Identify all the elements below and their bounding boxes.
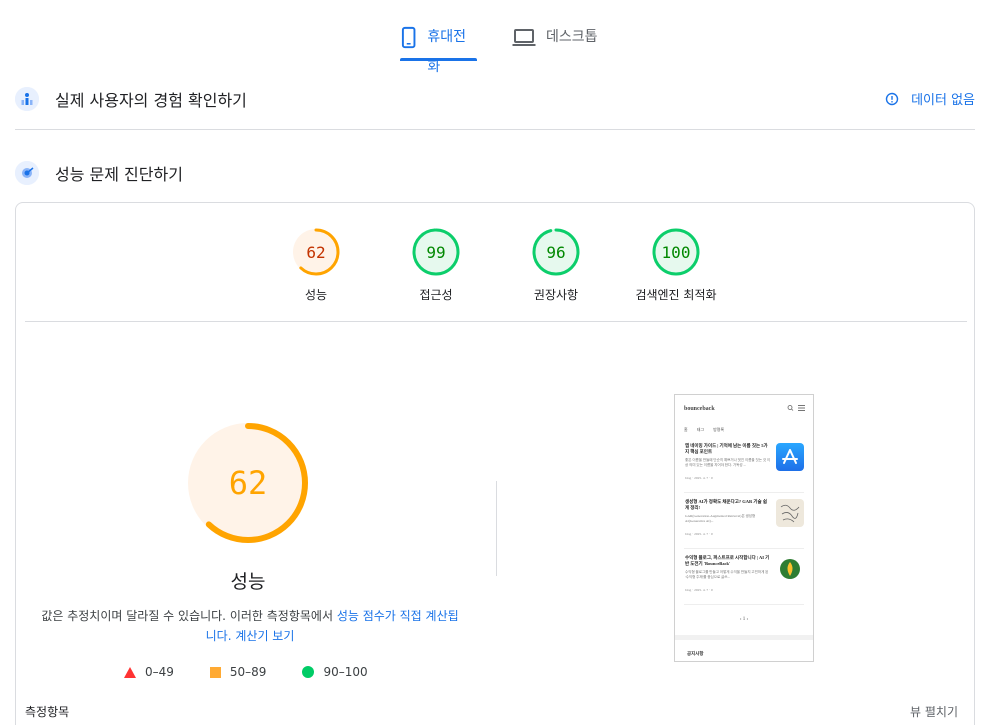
gauge-accessibility-score: 99 <box>426 243 445 262</box>
legend-fail: 0–49 <box>124 665 174 679</box>
triangle-icon <box>124 666 136 678</box>
preview-footer-bar <box>675 635 813 640</box>
gauge-accessibility-label: 접근성 <box>419 288 453 302</box>
vertical-divider <box>496 481 497 576</box>
preview-brand: bounceback <box>684 406 715 412</box>
gauge-best-practices-label: 권장사항 <box>533 288 579 302</box>
performance-main-gauge: 62 <box>188 423 308 543</box>
real-user-experience-section: 실제 사용자의 경험 확인하기 데이터 없음 <box>15 85 975 113</box>
no-data-link[interactable]: 데이터 없음 <box>885 89 975 108</box>
preview-footer: 공지사항 <box>687 651 704 656</box>
preview-post-title: 수익형 플로그, 퍼스트프로 시작합니다 | AI 기반 도전기 'Bounce… <box>685 555 770 566</box>
tab-mobile[interactable]: 휴대전화 <box>400 22 477 75</box>
crux-people-icon <box>15 87 39 111</box>
preview-post-snippet: 수익형 블로그를 만들고 어떻게 수익을 만들지 고민하게 된 '수익형 주제'… <box>685 570 769 579</box>
legend-average: 50–89 <box>209 665 267 679</box>
gauge-best-practices-score: 96 <box>546 243 565 262</box>
gauge-performance-score: 62 <box>306 243 325 262</box>
preview-post-meta: blog · 2025. 4. 7 · 0 <box>685 476 713 480</box>
preview-search-menu-icon <box>787 404 807 414</box>
preview-menu-item: 홈 <box>684 427 688 432</box>
gauge-best-practices[interactable]: 96 권장사항 <box>501 227 611 303</box>
performance-main-score: 62 <box>229 464 268 502</box>
gauge-best-practices-ring: 96 <box>532 228 580 276</box>
leaf-logo <box>776 555 804 583</box>
description-text: 값은 추정치이며 달라질 수 있습니다. 이러한 측정항목에서 <box>41 609 337 623</box>
diagnose-performance-section: 성능 문제 진단하기 <box>15 159 975 187</box>
performance-main-title: 성능 <box>230 571 266 593</box>
score-legend: 0–49 50–89 90–100 <box>124 665 404 679</box>
tab-desktop-label: 데스크톱 <box>546 29 598 45</box>
preview-post-title: 생성형 AI가 정확도 채운다고? GAR 기술 쉽게 정리! <box>685 499 767 510</box>
preview-post: 앱 네이밍 가이드 | 기억에 남는 이름 짓는 5가지 핵심 포인트 좋은 이… <box>684 437 804 493</box>
gauge-accessibility[interactable]: 99 접근성 <box>381 227 491 303</box>
tab-mobile-label: 휴대전화 <box>427 29 466 75</box>
circle-icon <box>302 666 315 678</box>
gauge-seo-ring: 100 <box>652 228 700 276</box>
lighthouse-report-card: 62 성능 99 접근성 96 권장사항 100 검색엔진 최적화 62 성능 … <box>15 202 975 725</box>
gauge-performance[interactable]: 62 성능 <box>261 227 371 303</box>
preview-post-title: 앱 네이밍 가이드 | 기억에 남는 이름 짓는 5가지 핵심 포인트 <box>685 443 768 454</box>
calculator-link[interactable]: 계산기 보기 <box>235 629 294 643</box>
crux-title: 실제 사용자의 경험 확인하기 <box>55 91 247 110</box>
legend-fail-range: 0–49 <box>145 665 174 679</box>
preview-post-snippet: 좋은 이름을 만들때 단순히 예쁘거나 멋진 이름을 짓는 것 이상 의미 있는… <box>685 458 771 467</box>
smartphone-icon <box>401 26 416 49</box>
preview-post-snippet: GAR(Generation-Augmented Retrieval)은 생성형… <box>685 514 756 523</box>
gauge-performance-ring: 62 <box>292 228 340 276</box>
card-divider <box>25 321 967 322</box>
preview-pager: ‹ 1 › <box>739 617 749 622</box>
app-store-icon <box>776 443 804 471</box>
lighthouse-icon <box>15 161 39 185</box>
preview-post-meta: blog · 2025. 4. 7 · 0 <box>685 588 713 592</box>
legend-average-range: 50–89 <box>229 665 267 679</box>
gauge-seo[interactable]: 100 검색엔진 최적화 <box>621 227 731 303</box>
gauge-seo-label: 검색엔진 최적화 <box>635 288 717 302</box>
preview-post-meta: blog · 2025. 4. 7 · 0 <box>685 532 713 536</box>
info-icon <box>885 92 899 105</box>
no-data-label: 데이터 없음 <box>911 93 975 108</box>
preview-header: bounceback <box>675 395 813 423</box>
preview-menu-item: 방명록 <box>713 427 725 432</box>
gauge-performance-label: 성능 <box>304 288 328 302</box>
preview-post: 수익형 플로그, 퍼스트프로 시작합니다 | AI 기반 도전기 'Bounce… <box>684 549 804 605</box>
metrics-heading: 측정항목 <box>25 705 70 719</box>
section-divider <box>15 129 975 130</box>
category-gauges: 62 성능 99 접근성 96 권장사항 100 검색엔진 최적화 <box>16 227 974 307</box>
page-screenshot-preview[interactable]: bounceback 홈 태그 방명록 앱 네이밍 가이드 | 기억에 남는 이… <box>674 394 814 662</box>
preview-menu: 홈 태그 방명록 <box>675 423 813 437</box>
device-tabs: 휴대전화 데스크톱 <box>0 22 993 75</box>
preview-menu-item: 태그 <box>696 427 705 432</box>
diagnostics-title: 성능 문제 진단하기 <box>55 165 183 184</box>
sketch-image <box>776 499 804 527</box>
score-description: 값은 추정치이며 달라질 수 있습니다. 이러한 측정항목에서 성능 점수가 직… <box>40 606 460 646</box>
expand-view-button[interactable]: 뷰 펼치기 <box>910 703 958 720</box>
gauge-seo-score: 100 <box>662 243 691 262</box>
gauge-accessibility-ring: 99 <box>412 228 460 276</box>
legend-pass: 90–100 <box>302 665 368 679</box>
legend-pass-range: 90–100 <box>323 665 368 679</box>
square-icon <box>209 666 221 678</box>
laptop-icon <box>512 29 536 46</box>
tab-desktop[interactable]: 데스크톱 <box>512 22 598 62</box>
preview-post: 생성형 AI가 정확도 채운다고? GAR 기술 쉽게 정리! GAR(Gene… <box>684 493 804 549</box>
